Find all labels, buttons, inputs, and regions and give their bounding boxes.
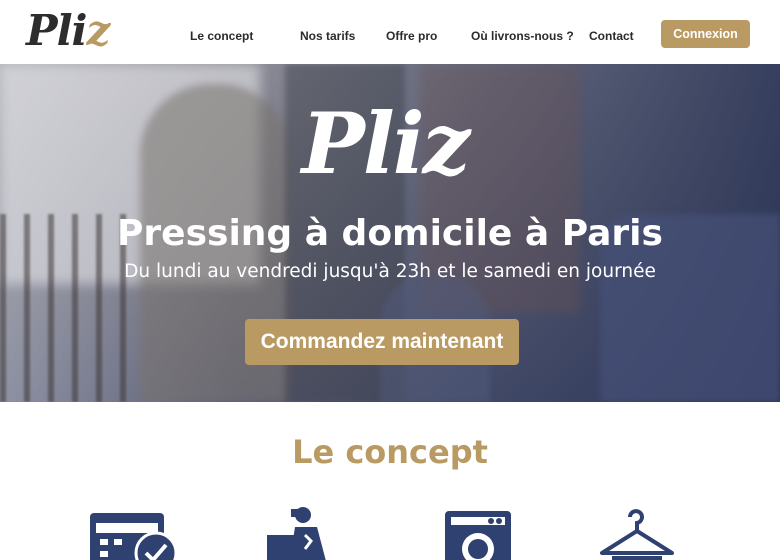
hero-banner: Pliz Pressing à domicile à Paris Du lund… [0,64,780,402]
nav-link-livraison[interactable]: Où livrons-nous ? [471,29,574,43]
nav-link-offre-pro[interactable]: Offre pro [386,29,437,43]
washing-machine-icon [445,505,513,560]
calendar-check-icon [90,505,180,560]
nav-link-concept[interactable]: Le concept [190,29,253,43]
hero-title: Pressing à domicile à Paris [117,213,663,254]
hero-subtitle: Du lundi au vendredi jusqu'à 23h et le s… [124,261,656,282]
hero-logo: Pliz [301,94,471,193]
nav-link-tarifs[interactable]: Nos tarifs [300,29,355,43]
clothes-hanger-icon [598,505,676,560]
nav-link-contact[interactable]: Contact [589,29,634,43]
concept-section-title: Le concept [292,433,488,471]
login-button[interactable]: Connexion [661,20,750,48]
order-now-button[interactable]: Commandez maintenant [245,319,519,365]
delivery-person-icon [265,505,345,560]
site-header: Pliz Le concept Nos tarifs Offre pro Où … [0,0,780,64]
